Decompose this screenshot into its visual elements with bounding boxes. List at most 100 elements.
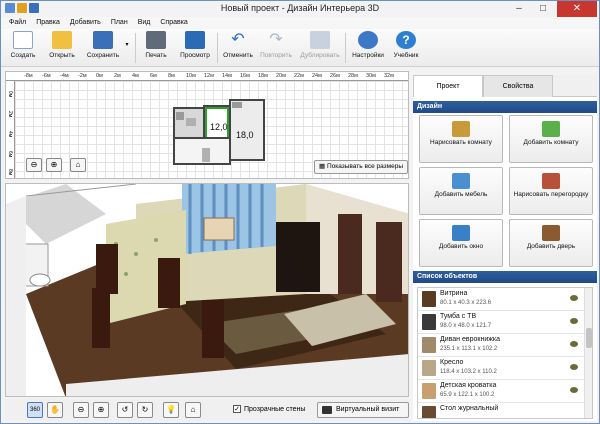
object-name: Детская кроватка <box>440 382 497 389</box>
save-label: Сохранить <box>86 52 120 59</box>
show-dimensions-button[interactable]: ▦ Показывать все размеры <box>314 160 408 174</box>
list-item[interactable]: Витрина 80.1 x 40.3 x 223.6 <box>418 288 592 311</box>
add-window-button[interactable]: Добавить окно <box>419 219 503 267</box>
maximize-button[interactable]: □ <box>531 1 555 17</box>
duplicate-button[interactable]: Дублировать <box>299 31 341 65</box>
ruler-tick-label: 30м <box>366 73 376 79</box>
print-label: Печать <box>145 52 167 59</box>
menu-edit[interactable]: Правка <box>36 17 60 29</box>
menu-file[interactable]: Файл <box>9 17 26 29</box>
floor-plan-view[interactable]: -8м -6м -4м -2м 0м 2м 4м 6м 8м 10м 12м 14м 16м 18м 20м… <box>5 71 409 179</box>
menu-view[interactable]: Вид <box>138 17 151 29</box>
ruler-tick-label: 0м <box>96 73 103 79</box>
preview-button[interactable]: Просмотр <box>177 31 213 65</box>
toolbar-separator <box>217 33 218 63</box>
save-dropdown-button[interactable]: ▾ <box>123 41 131 75</box>
object-dimensions: 118.4 x 103.2 x 110.2 <box>440 369 497 375</box>
tutorial-button[interactable]: ? Учебник <box>389 31 423 65</box>
menu-add[interactable]: Добавить <box>70 17 101 29</box>
new-button[interactable]: Создать <box>7 31 39 65</box>
menu-help[interactable]: Справка <box>160 17 187 29</box>
menu-plan[interactable]: План <box>111 17 128 29</box>
undo-label: Отменить <box>223 52 253 59</box>
settings-button[interactable]: Настройки <box>349 31 387 65</box>
minimize-button[interactable]: – <box>507 1 531 17</box>
light-bulb-icon[interactable]: 💡 <box>163 402 179 418</box>
eye-icon[interactable] <box>570 341 578 347</box>
title-bar: Новый проект - Дизайн Интерьера 3D – □ ✕ <box>1 1 599 17</box>
add-door-button[interactable]: Добавить дверь <box>509 219 593 267</box>
draw-room-button[interactable]: Нарисовать комнату <box>419 115 503 163</box>
tutorial-label: Учебник <box>393 52 419 59</box>
app-window: Новый проект - Дизайн Интерьера 3D – □ ✕… <box>0 0 600 424</box>
folder-icon <box>52 31 72 49</box>
zoom-in-3d-button[interactable]: ⊕ <box>93 402 109 418</box>
draw-partition-button[interactable]: Нарисовать перегородку <box>509 167 593 215</box>
coffee-table-thumbnail <box>422 406 436 418</box>
floor-plan-drawing[interactable]: 12,0 18,0 <box>172 98 272 170</box>
hand-pan-icon[interactable]: ✋ <box>47 402 63 418</box>
showcase-thumbnail <box>422 291 436 307</box>
redo-button[interactable]: ↷ Повторить <box>257 31 295 65</box>
help-icon: ? <box>396 31 416 49</box>
checkbox-box[interactable]: ✓ <box>233 405 241 413</box>
object-name: Кресло <box>440 359 464 366</box>
3d-view[interactable] <box>5 183 409 397</box>
list-item[interactable]: Стол журнальный <box>418 403 592 418</box>
eye-icon[interactable] <box>570 318 578 324</box>
scrollbar-thumb[interactable] <box>586 328 592 348</box>
objects-list[interactable]: Витрина 80.1 x 40.3 x 223.6 Тумба с ТВ 9… <box>417 287 593 419</box>
list-item[interactable]: Детская кроватка 65.9 x 122.1 x 100.2 <box>418 380 592 403</box>
transparent-walls-checkbox[interactable]: ✓ Прозрачные стены <box>233 405 305 413</box>
object-name: Тумба с ТВ <box>440 313 477 320</box>
draw-partition-label: Нарисовать перегородку <box>513 191 589 198</box>
zoom-in-button[interactable]: ⊕ <box>46 158 62 172</box>
zoom-out-button[interactable]: ⊖ <box>26 158 42 172</box>
list-item[interactable]: Кресло 118.4 x 103.2 x 110.2 <box>418 357 592 380</box>
camera-icon <box>322 406 332 414</box>
eye-icon[interactable] <box>570 364 578 370</box>
3d-room-render[interactable] <box>6 184 409 397</box>
close-button[interactable]: ✕ <box>557 1 597 17</box>
undo-button[interactable]: ↶ Отменить <box>221 31 255 65</box>
ruler-tick-label: 18м <box>258 73 268 79</box>
rotate-left-button[interactable]: ↺ <box>117 402 133 418</box>
ruler-tick-label: 2м <box>114 73 121 79</box>
brush-icon <box>452 121 470 137</box>
ruler-tick-label: -8м <box>24 73 33 79</box>
tab-project[interactable]: Проект <box>413 75 483 97</box>
save-button[interactable]: Сохранить <box>83 31 123 65</box>
ruler-tick-label: -4м <box>60 73 69 79</box>
zoom-out-3d-button[interactable]: ⊖ <box>73 402 89 418</box>
ruler-tick-label: 8м <box>168 73 175 79</box>
add-furniture-button[interactable]: Добавить мебель <box>419 167 503 215</box>
ruler-tick-label: 14м <box>222 73 232 79</box>
virtual-visit-button[interactable]: Виртуальный визит <box>317 402 409 418</box>
ruler-tick-label: 16м <box>240 73 250 79</box>
add-window-label: Добавить окно <box>438 243 484 250</box>
print-button[interactable]: Печать <box>141 31 171 65</box>
ruler-tick-label: 12м <box>204 73 214 79</box>
window-icon <box>452 225 470 241</box>
ruler-tick-label: 26м <box>330 73 340 79</box>
main-toolbar: Создать Открыть Сохранить ▾ Печать Просм… <box>1 29 599 67</box>
open-button[interactable]: Открыть <box>45 31 79 65</box>
object-name: Диван еврокнижка <box>440 336 501 343</box>
rotate-360-button[interactable]: 360 <box>27 402 43 418</box>
armchair-icon <box>452 173 470 189</box>
objects-scrollbar[interactable] <box>584 288 592 418</box>
home-3d-button[interactable]: ⌂ <box>185 402 201 418</box>
eye-icon[interactable] <box>570 295 578 301</box>
eye-icon[interactable] <box>570 387 578 393</box>
list-item[interactable]: Диван еврокнижка 235.1 x 113.1 x 102.2 <box>418 334 592 357</box>
list-item[interactable]: Тумба с ТВ 98.0 x 48.0 x 121.7 <box>418 311 592 334</box>
tab-properties[interactable]: Свойства <box>483 75 553 97</box>
rotate-right-button[interactable]: ↻ <box>137 402 153 418</box>
object-dimensions: 235.1 x 113.1 x 102.2 <box>440 346 498 352</box>
armchair-thumbnail <box>422 360 436 376</box>
add-room-button[interactable]: Добавить комнату <box>509 115 593 163</box>
home-button[interactable]: ⌂ <box>70 158 86 172</box>
printer-icon <box>146 31 166 49</box>
monitor-icon <box>185 31 205 49</box>
right-panel: Проект Свойства Дизайн Нарисовать комнат… <box>413 75 597 421</box>
